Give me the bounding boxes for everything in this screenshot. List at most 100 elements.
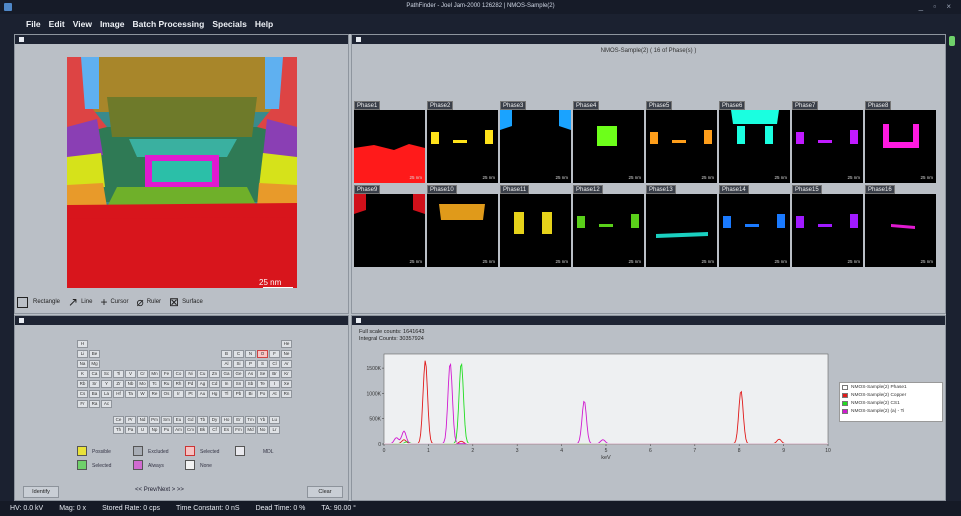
- element-ir[interactable]: Ir: [173, 390, 184, 398]
- element-th[interactable]: Th: [113, 426, 124, 434]
- element-s[interactable]: S: [257, 360, 268, 368]
- element-zr[interactable]: Zr: [113, 380, 124, 388]
- element-n[interactable]: N: [245, 350, 256, 358]
- element-np[interactable]: Np: [149, 426, 160, 434]
- element-k[interactable]: K: [77, 370, 88, 378]
- element-cm[interactable]: Cm: [185, 426, 196, 434]
- prev-next-nav[interactable]: << Prev/Next > >>: [135, 487, 184, 493]
- element-pm[interactable]: Pm: [149, 416, 160, 424]
- surface-tool[interactable]: ⊠ Surface: [169, 296, 203, 308]
- prev-icon[interactable]: <<: [135, 487, 142, 493]
- element-ca[interactable]: Ca: [89, 370, 100, 378]
- element-gd[interactable]: Gd: [185, 416, 196, 424]
- menu-file[interactable]: File: [26, 19, 41, 29]
- element-cf[interactable]: Cf: [209, 426, 220, 434]
- element-na[interactable]: Na: [77, 360, 88, 368]
- phase-tile[interactable]: Phase3 25 nm: [500, 101, 571, 184]
- element-hg[interactable]: Hg: [209, 390, 220, 398]
- element-md[interactable]: Md: [245, 426, 256, 434]
- element-nb[interactable]: Nb: [125, 380, 136, 388]
- element-te[interactable]: Te: [257, 380, 268, 388]
- pin-icon[interactable]: [19, 37, 24, 42]
- phase-tile[interactable]: Phase7 25 nm: [792, 101, 863, 184]
- element-zn[interactable]: Zn: [209, 370, 220, 378]
- element-he[interactable]: He: [281, 340, 292, 348]
- element-w[interactable]: W: [137, 390, 148, 398]
- element-ho[interactable]: Ho: [221, 416, 232, 424]
- phase-tile[interactable]: Phase6 25 nm: [719, 101, 790, 184]
- phase-tile[interactable]: Phase8 25 nm: [865, 101, 936, 184]
- element-ga[interactable]: Ga: [221, 370, 232, 378]
- element-os[interactable]: Os: [161, 390, 172, 398]
- element-mg[interactable]: Mg: [89, 360, 100, 368]
- element-lu[interactable]: Lu: [269, 416, 280, 424]
- element-mo[interactable]: Mo: [137, 380, 148, 388]
- element-am[interactable]: Am: [173, 426, 184, 434]
- identify-button[interactable]: Identify: [23, 486, 59, 498]
- element-rh[interactable]: Rh: [173, 380, 184, 388]
- element-y[interactable]: Y: [101, 380, 112, 388]
- element-cu[interactable]: Cu: [197, 370, 208, 378]
- phase-tile[interactable]: Phase5 25 nm: [646, 101, 717, 184]
- element-ni[interactable]: Ni: [185, 370, 196, 378]
- element-er[interactable]: Er: [233, 416, 244, 424]
- phase-tile[interactable]: Phase4 25 nm: [573, 101, 644, 184]
- element-ge[interactable]: Ge: [233, 370, 244, 378]
- element-h[interactable]: H: [77, 340, 88, 348]
- element-sc[interactable]: Sc: [101, 370, 112, 378]
- element-ba[interactable]: Ba: [89, 390, 100, 398]
- menu-batch-processing[interactable]: Batch Processing: [133, 19, 205, 29]
- element-pr[interactable]: Pr: [125, 416, 136, 424]
- line-tool[interactable]: ↗ Line: [68, 296, 92, 308]
- element-in[interactable]: In: [221, 380, 232, 388]
- element-b[interactable]: B: [221, 350, 232, 358]
- element-sm[interactable]: Sm: [161, 416, 172, 424]
- element-cd[interactable]: Cd: [209, 380, 220, 388]
- element-nd[interactable]: Nd: [137, 416, 148, 424]
- element-pd[interactable]: Pd: [185, 380, 196, 388]
- ruler-tool[interactable]: ⌀ Ruler: [136, 296, 161, 308]
- phase-tile[interactable]: Phase1 25 nm: [354, 101, 425, 184]
- element-ne[interactable]: Ne: [281, 350, 292, 358]
- element-re[interactable]: Re: [149, 390, 160, 398]
- phase-tile[interactable]: Phase16 25 nm: [865, 185, 936, 268]
- element-yb[interactable]: Yb: [257, 416, 268, 424]
- element-kr[interactable]: Kr: [281, 370, 292, 378]
- clear-button[interactable]: Clear: [307, 486, 343, 498]
- side-tab-handle[interactable]: [949, 36, 955, 46]
- element-eu[interactable]: Eu: [173, 416, 184, 424]
- element-o[interactable]: O: [257, 350, 268, 358]
- element-at[interactable]: At: [269, 390, 280, 398]
- element-i[interactable]: I: [269, 380, 280, 388]
- element-p[interactable]: P: [245, 360, 256, 368]
- element-as[interactable]: As: [245, 370, 256, 378]
- element-fm[interactable]: Fm: [233, 426, 244, 434]
- pin-icon[interactable]: [356, 37, 361, 42]
- element-sr[interactable]: Sr: [89, 380, 100, 388]
- pin-icon[interactable]: [356, 318, 361, 323]
- phase-tile[interactable]: Phase2 25 nm: [427, 101, 498, 184]
- element-fe[interactable]: Fe: [161, 370, 172, 378]
- element-pt[interactable]: Pt: [185, 390, 196, 398]
- element-si[interactable]: Si: [233, 360, 244, 368]
- phase-tile[interactable]: Phase15 25 nm: [792, 185, 863, 268]
- element-ac[interactable]: Ac: [101, 400, 112, 408]
- element-tb[interactable]: Tb: [197, 416, 208, 424]
- element-al[interactable]: Al: [221, 360, 232, 368]
- element-es[interactable]: Es: [221, 426, 232, 434]
- phase-tile[interactable]: Phase13 25 nm: [646, 185, 717, 268]
- phase-tile[interactable]: Phase9 25 nm: [354, 185, 425, 268]
- element-rb[interactable]: Rb: [77, 380, 88, 388]
- element-ta[interactable]: Ta: [125, 390, 136, 398]
- element-la[interactable]: La: [101, 390, 112, 398]
- element-co[interactable]: Co: [173, 370, 184, 378]
- element-c[interactable]: C: [233, 350, 244, 358]
- element-cr[interactable]: Cr: [137, 370, 148, 378]
- element-cl[interactable]: Cl: [269, 360, 280, 368]
- phase-tile[interactable]: Phase12 25 nm: [573, 185, 644, 268]
- phase-tile[interactable]: Phase14 25 nm: [719, 185, 790, 268]
- element-ag[interactable]: Ag: [197, 380, 208, 388]
- menu-view[interactable]: View: [73, 19, 92, 29]
- next-icon[interactable]: > >>: [172, 487, 184, 493]
- menu-specials[interactable]: Specials: [212, 19, 247, 29]
